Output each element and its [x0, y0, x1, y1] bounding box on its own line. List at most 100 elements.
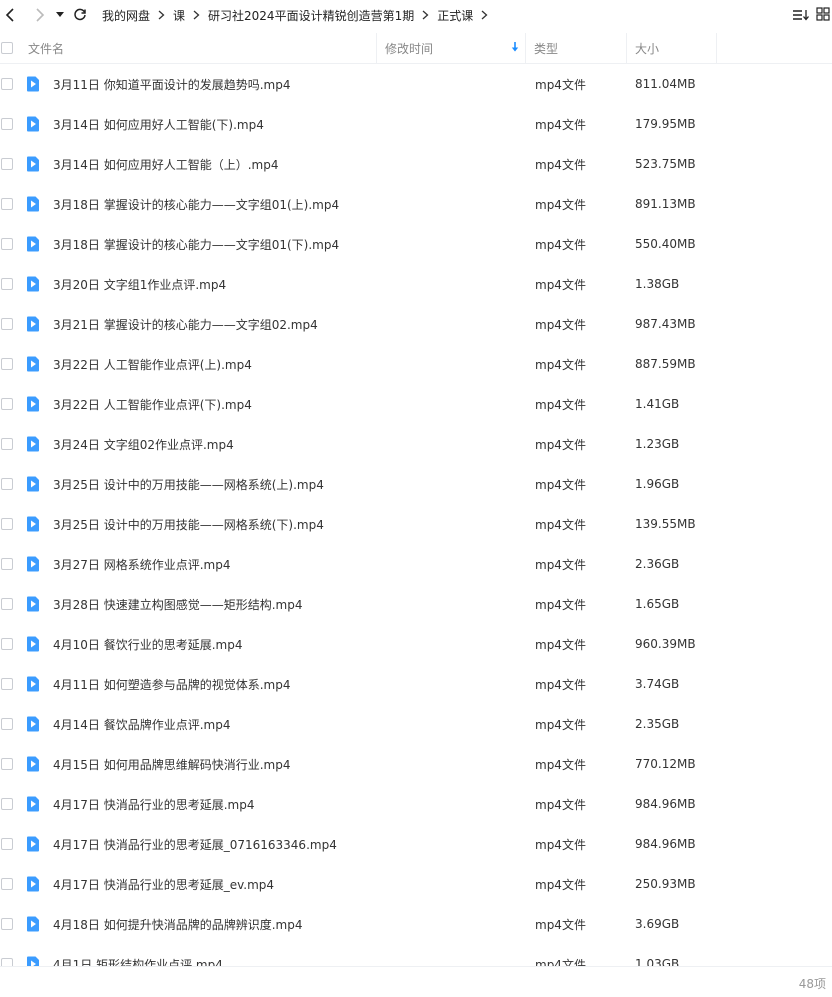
column-name[interactable]: 文件名	[28, 33, 377, 63]
file-size: 550.40MB	[635, 237, 696, 251]
sort-down-icon	[511, 42, 519, 56]
file-size: 770.12MB	[635, 757, 696, 771]
more-button[interactable]	[816, 7, 830, 24]
column-type-label: 类型	[534, 41, 559, 56]
video-file-icon	[25, 584, 41, 624]
forward-button[interactable]	[30, 0, 50, 30]
row-checkbox[interactable]	[0, 224, 16, 264]
file-name: 3月25日 设计中的万用技能——网格系统(下).mp4	[53, 517, 324, 532]
chevron-right-icon	[36, 8, 45, 22]
file-type: mp4文件	[535, 557, 586, 572]
file-type: mp4文件	[535, 677, 586, 692]
file-type: mp4文件	[535, 117, 586, 132]
row-checkbox[interactable]	[0, 384, 16, 424]
chevron-right-icon	[158, 10, 165, 20]
file-row[interactable]: 3月18日 掌握设计的核心能力——文字组01(下).mp4 mp4文件 550.40…	[0, 224, 832, 264]
file-row[interactable]: 4月17日 快消品行业的思考延展.mp4 mp4文件 984.96MB	[0, 784, 832, 824]
video-file-icon	[25, 384, 41, 424]
file-row[interactable]: 4月10日 餐饮行业的思考延展.mp4 mp4文件 960.39MB	[0, 624, 832, 664]
list-sort-icon	[793, 10, 809, 21]
status-bar: 48项	[0, 966, 832, 997]
file-row[interactable]: 4月11日 如何塑造参与品牌的视觉体系.mp4 mp4文件 3.74GB	[0, 664, 832, 704]
row-checkbox[interactable]	[0, 464, 16, 504]
file-size: 984.96MB	[635, 837, 696, 851]
breadcrumb-item-current[interactable]: 正式课	[437, 7, 473, 24]
breadcrumb-item-course[interactable]: 课	[173, 7, 185, 24]
file-row[interactable]: 3月22日 人工智能作业点评(上).mp4 mp4文件 887.59MB	[0, 344, 832, 384]
file-row[interactable]: 3月25日 设计中的万用技能——网格系统(下).mp4 mp4文件 139.55MB	[0, 504, 832, 544]
file-type: mp4文件	[535, 317, 586, 332]
row-checkbox[interactable]	[0, 184, 16, 224]
file-type: mp4文件	[535, 437, 586, 452]
breadcrumb-item-root[interactable]: 我的网盘	[102, 7, 150, 24]
toolbar: 我的网盘 课 研习社2024平面设计精锐创造营第1期 正式课	[0, 0, 832, 30]
file-name: 4月14日 餐饮品牌作业点评.mp4	[53, 717, 231, 732]
file-row[interactable]: 4月14日 餐饮品牌作业点评.mp4 mp4文件 2.35GB	[0, 704, 832, 744]
row-checkbox[interactable]	[0, 64, 16, 104]
file-size: 984.96MB	[635, 797, 696, 811]
row-checkbox[interactable]	[0, 904, 16, 944]
row-checkbox[interactable]	[0, 864, 16, 904]
file-size: 1.03GB	[635, 957, 680, 966]
column-type[interactable]: 类型	[526, 33, 627, 63]
file-type: mp4文件	[535, 357, 586, 372]
file-row[interactable]: 3月11日 你知道平面设计的发展趋势吗.mp4 mp4文件 811.04MB	[0, 64, 832, 104]
row-checkbox[interactable]	[0, 584, 16, 624]
row-checkbox[interactable]	[0, 504, 16, 544]
video-file-icon	[25, 424, 41, 464]
file-row[interactable]: 3月21日 掌握设计的核心能力——文字组02.mp4 mp4文件 987.43MB	[0, 304, 832, 344]
file-row[interactable]: 3月14日 如何应用好人工智能(下).mp4 mp4文件 179.95MB	[0, 104, 832, 144]
file-row[interactable]: 4月15日 如何用品牌思维解码快消行业.mp4 mp4文件 770.12MB	[0, 744, 832, 784]
file-row[interactable]: 4月18日 如何提升快消品牌的品牌辨识度.mp4 mp4文件 3.69GB	[0, 904, 832, 944]
video-file-icon	[25, 704, 41, 744]
breadcrumb-item-program[interactable]: 研习社2024平面设计精锐创造营第1期	[208, 7, 414, 24]
view-sort-button[interactable]	[792, 7, 810, 26]
row-checkbox[interactable]	[0, 744, 16, 784]
video-file-icon	[25, 664, 41, 704]
grid-icon	[816, 7, 830, 21]
file-row[interactable]: 3月18日 掌握设计的核心能力——文字组01(上).mp4 mp4文件 891.13…	[0, 184, 832, 224]
file-row[interactable]: 3月22日 人工智能作业点评(下).mp4 mp4文件 1.41GB	[0, 384, 832, 424]
file-row[interactable]: 3月20日 文字组1作业点评.mp4 mp4文件 1.38GB	[0, 264, 832, 304]
column-name-label: 文件名	[28, 41, 65, 56]
chevron-right-icon	[422, 10, 429, 20]
file-row[interactable]: 3月14日 如何应用好人工智能（上）.mp4 mp4文件 523.75MB	[0, 144, 832, 184]
file-type: mp4文件	[535, 477, 586, 492]
row-checkbox[interactable]	[0, 544, 16, 584]
row-checkbox[interactable]	[0, 424, 16, 464]
refresh-icon	[74, 8, 86, 21]
row-checkbox[interactable]	[0, 344, 16, 384]
file-row[interactable]: 3月24日 文字组02作业点评.mp4 mp4文件 1.23GB	[0, 424, 832, 464]
back-button[interactable]	[0, 0, 20, 30]
file-name: 3月22日 人工智能作业点评(下).mp4	[53, 397, 252, 412]
file-row[interactable]: 3月25日 设计中的万用技能——网格系统(上).mp4 mp4文件 1.96GB	[0, 464, 832, 504]
row-checkbox[interactable]	[0, 144, 16, 184]
video-file-icon	[25, 264, 41, 304]
row-checkbox[interactable]	[0, 944, 16, 966]
file-type: mp4文件	[535, 877, 586, 892]
row-checkbox[interactable]	[0, 784, 16, 824]
select-all-checkbox[interactable]	[0, 33, 16, 63]
file-name: 3月18日 掌握设计的核心能力——文字组01(上).mp4	[53, 197, 340, 212]
file-type: mp4文件	[535, 157, 586, 172]
history-dropdown[interactable]	[52, 0, 68, 30]
file-name: 3月14日 如何应用好人工智能(下).mp4	[53, 117, 264, 132]
row-checkbox[interactable]	[0, 824, 16, 864]
file-size: 1.41GB	[635, 397, 680, 411]
column-modified[interactable]: 修改时间	[377, 33, 526, 63]
file-row[interactable]: 4月17日 快消品行业的思考延展_0716163346.mp4 mp4文件 984.…	[0, 824, 832, 864]
row-checkbox[interactable]	[0, 624, 16, 664]
row-checkbox[interactable]	[0, 664, 16, 704]
file-row[interactable]: 4月17日 快消品行业的思考延展_ev.mp4 mp4文件 250.93MB	[0, 864, 832, 904]
column-size[interactable]: 大小	[627, 33, 717, 63]
row-checkbox[interactable]	[0, 104, 16, 144]
chevron-right-icon	[193, 10, 200, 20]
row-checkbox[interactable]	[0, 704, 16, 744]
file-row[interactable]: 4月1日 矩形结构作业点评.mp4 mp4文件 1.03GB	[0, 944, 832, 966]
file-row[interactable]: 3月28日 快速建立构图感觉——矩形结构.mp4 mp4文件 1.65GB	[0, 584, 832, 624]
refresh-button[interactable]	[70, 0, 90, 30]
row-checkbox[interactable]	[0, 264, 16, 304]
row-checkbox[interactable]	[0, 304, 16, 344]
file-row[interactable]: 3月27日 网格系统作业点评.mp4 mp4文件 2.36GB	[0, 544, 832, 584]
video-file-icon	[25, 464, 41, 504]
